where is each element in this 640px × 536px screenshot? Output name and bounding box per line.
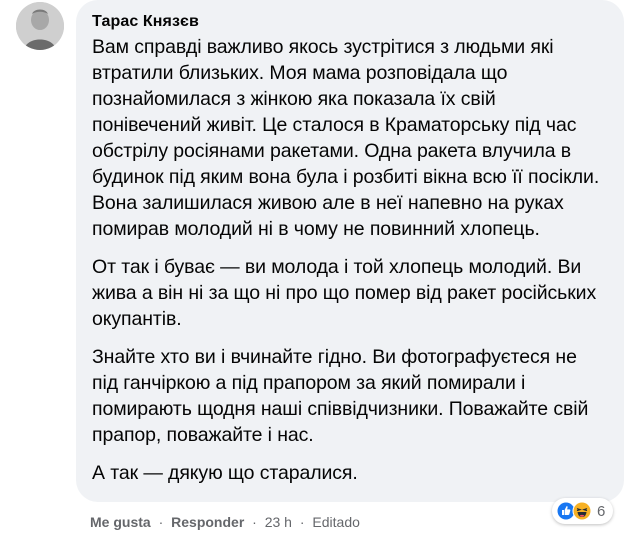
comment-paragraph: Знайте хто ви і вчинайте гідно. Ви фотог… [92,346,589,446]
reactions-summary[interactable]: 6 [552,498,614,524]
separator: · [299,514,305,530]
avatar[interactable] [16,2,64,50]
comment: Тарас Князєв Вам справді важливо якось з… [0,0,640,536]
comment-bubble: Тарас Князєв Вам справді важливо якось з… [76,0,624,502]
separator: · [158,514,164,530]
like-button[interactable]: Me gusta [90,514,151,530]
comment-author[interactable]: Тарас Князєв [92,12,606,32]
haha-icon [572,501,592,521]
edited-label[interactable]: Editado [312,514,359,530]
comment-paragraph: А так — дякую що старалися. [92,462,358,484]
comment-paragraph: От так і буває — ви молода і той хлопець… [92,256,597,330]
comment-paragraph: Вам справді важливо якось зустрітися з л… [92,36,600,240]
avatar-photo [16,2,64,50]
separator: · [252,514,257,530]
comment-actions: Me gusta · Responder · 23 h · Editado [90,512,360,532]
reply-button[interactable]: Responder [171,514,244,530]
reaction-count: 6 [597,502,606,520]
timestamp[interactable]: 23 h [265,514,292,530]
